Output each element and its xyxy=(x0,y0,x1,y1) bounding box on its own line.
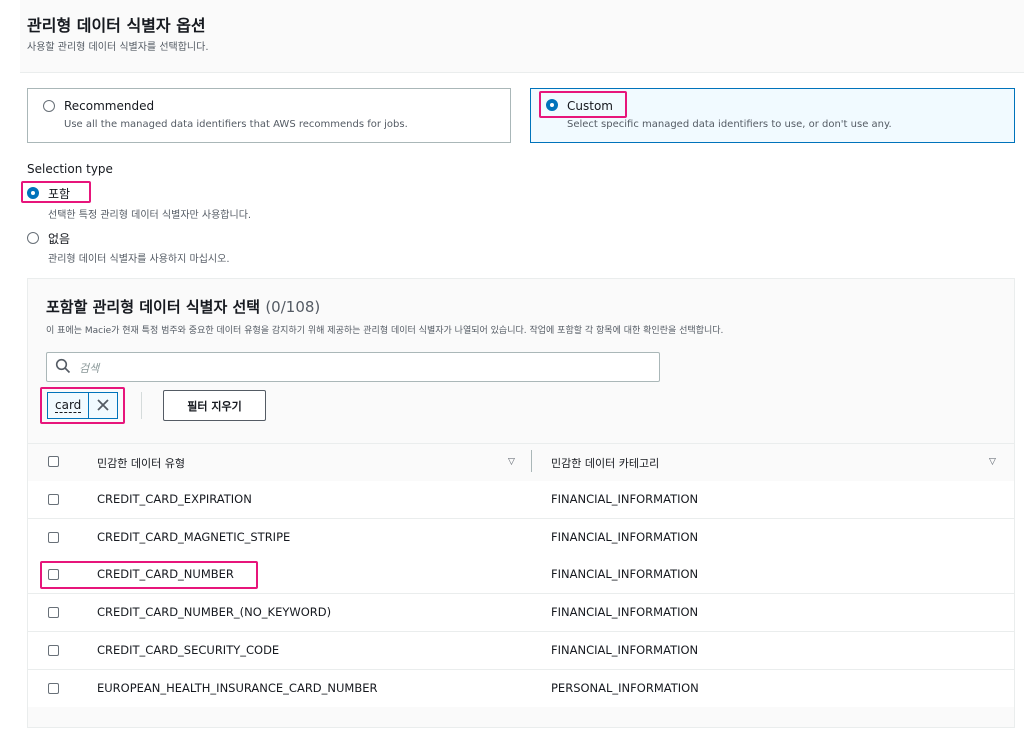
filter-token-label[interactable]: card xyxy=(55,398,82,413)
row-type: CREDIT_CARD_NUMBER xyxy=(97,567,234,581)
page-title: 관리형 데이터 식별자 옵션 xyxy=(27,16,206,35)
row-category: FINANCIAL_INFORMATION xyxy=(551,605,699,619)
clear-filter-button[interactable]: 필터 지우기 xyxy=(163,390,266,421)
row-category: FINANCIAL_INFORMATION xyxy=(551,492,699,506)
table-row: CREDIT_CARD_NUMBER FINANCIAL_INFORMATION xyxy=(28,556,1014,594)
table-row: CREDIT_CARD_EXPIRATION FINANCIAL_INFORMA… xyxy=(28,481,1014,519)
custom-label: Custom xyxy=(567,99,613,113)
close-icon[interactable] xyxy=(95,397,111,413)
row-type: CREDIT_CARD_MAGNETIC_STRIPE xyxy=(97,530,291,544)
option-custom-tile[interactable]: Custom Select specific managed data iden… xyxy=(530,88,1015,143)
none-description: 관리형 데이터 식별자를 사용하지 마십시오. xyxy=(48,254,230,265)
row-checkbox[interactable] xyxy=(48,645,59,656)
filter-token-divider xyxy=(88,392,89,419)
filter-separator xyxy=(141,392,142,419)
include-label: 포함 xyxy=(48,187,71,201)
table-row: CREDIT_CARD_MAGNETIC_STRIPE FINANCIAL_IN… xyxy=(28,519,1014,557)
row-checkbox[interactable] xyxy=(48,532,59,543)
table-description: 이 표에는 Macie가 현재 특정 범주와 중요한 데이터 유형을 감지하기 … xyxy=(46,326,724,336)
recommended-label: Recommended xyxy=(64,99,155,113)
include-description: 선택한 특정 관리형 데이터 식별자만 사용합니다. xyxy=(48,210,252,221)
row-type: CREDIT_CARD_EXPIRATION xyxy=(97,492,252,506)
table-row: EUROPEAN_HEALTH_INSURANCE_CARD_NUMBER PE… xyxy=(28,670,1014,707)
selection-type-label: Selection type xyxy=(27,162,113,176)
row-category: PERSONAL_INFORMATION xyxy=(551,681,699,695)
column-header-category[interactable]: 민감한 데이터 카테고리 xyxy=(551,455,659,471)
sort-down-icon[interactable]: ▽ xyxy=(989,457,996,467)
table-row: CREDIT_CARD_SECURITY_CODE FINANCIAL_INFO… xyxy=(28,632,1014,670)
table-row: CREDIT_CARD_NUMBER_(NO_KEYWORD) FINANCIA… xyxy=(28,594,1014,632)
select-all-checkbox[interactable] xyxy=(48,456,59,467)
column-header-type[interactable]: 민감한 데이터 유형 xyxy=(97,455,185,471)
page-description: 사용할 관리형 데이터 식별자를 선택합니다. xyxy=(27,42,209,53)
search-placeholder: 검색 xyxy=(79,362,100,375)
row-checkbox[interactable] xyxy=(48,494,59,505)
row-category: FINANCIAL_INFORMATION xyxy=(551,643,699,657)
row-category: FINANCIAL_INFORMATION xyxy=(551,567,699,581)
row-checkbox[interactable] xyxy=(48,607,59,618)
row-type: CREDIT_CARD_SECURITY_CODE xyxy=(97,643,280,657)
row-checkbox[interactable] xyxy=(48,569,59,580)
none-radio[interactable] xyxy=(27,232,39,244)
search-input[interactable] xyxy=(46,352,660,382)
sort-down-icon[interactable]: ▽ xyxy=(508,457,515,467)
section-header xyxy=(20,0,1024,73)
row-checkbox[interactable] xyxy=(48,683,59,694)
custom-description: Select specific managed data identifiers… xyxy=(567,119,892,130)
include-radio[interactable] xyxy=(27,187,39,199)
custom-radio[interactable] xyxy=(546,99,558,111)
recommended-description: Use all the managed data identifiers tha… xyxy=(64,119,408,130)
table-title: 포함할 관리형 데이터 식별자 선택 (0/108) xyxy=(46,296,320,317)
row-type: CREDIT_CARD_NUMBER_(NO_KEYWORD) xyxy=(97,605,332,619)
column-separator[interactable] xyxy=(531,450,532,472)
none-label: 없음 xyxy=(48,232,71,246)
recommended-radio[interactable] xyxy=(43,100,55,112)
search-icon xyxy=(55,358,71,374)
row-type: EUROPEAN_HEALTH_INSURANCE_CARD_NUMBER xyxy=(97,681,378,695)
row-category: FINANCIAL_INFORMATION xyxy=(551,530,699,544)
option-recommended-tile[interactable]: Recommended Use all the managed data ide… xyxy=(27,88,511,143)
table-title-text: 포함할 관리형 데이터 식별자 선택 xyxy=(46,298,261,316)
table-count: (0/108) xyxy=(265,298,321,316)
